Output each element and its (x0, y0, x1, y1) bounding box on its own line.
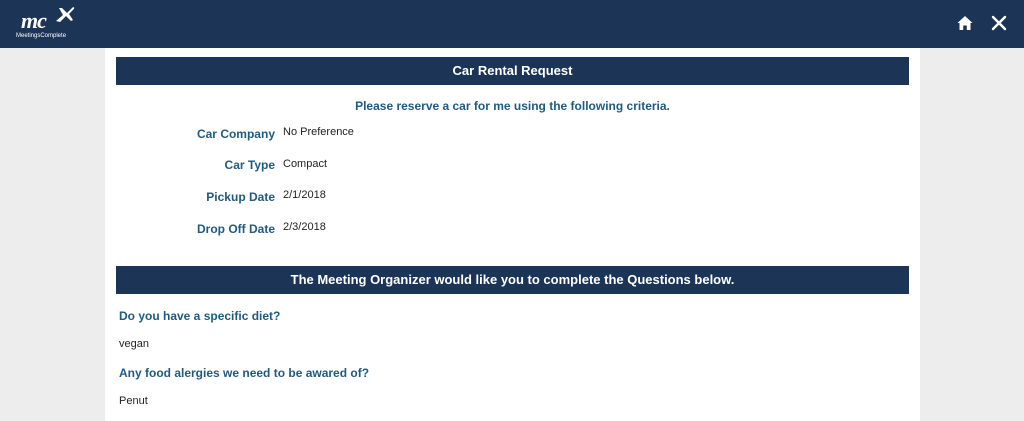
logo-mark: mc (21, 8, 47, 33)
car-rental-header: Car Rental Request (116, 57, 909, 85)
drop-off-date-value: 2/3/2018 (283, 221, 326, 233)
car-type-value: Compact (283, 158, 328, 170)
car-company-value: No Preference (283, 126, 354, 138)
car-type-label: Car Type (224, 158, 275, 172)
question-diet: Do you have a specific diet? (119, 309, 281, 323)
logo-subtext: MeetingsComplete (16, 33, 67, 39)
answer-allergies: Penut (119, 395, 148, 407)
close-icon[interactable] (990, 14, 1008, 32)
pickup-date-value: 2/1/2018 (283, 189, 326, 201)
meetings-complete-logo[interactable]: mc MeetingsComplete (16, 5, 78, 43)
home-icon[interactable] (956, 14, 974, 32)
question-allergies: Any food alergies we need to be awared o… (119, 366, 370, 380)
answer-diet: vegan (119, 338, 149, 350)
car-rental-intro: Please reserve a car for me using the fo… (355, 99, 670, 113)
airplane-icon (56, 7, 75, 22)
questions-header: The Meeting Organizer would like you to … (116, 266, 909, 294)
pickup-date-label: Pickup Date (206, 190, 275, 204)
top-bar: mc MeetingsComplete (0, 0, 1024, 48)
main-content: Car Rental Request Please reserve a car … (105, 48, 920, 421)
drop-off-date-label: Drop Off Date (197, 222, 275, 236)
car-company-label: Car Company (196, 127, 275, 141)
